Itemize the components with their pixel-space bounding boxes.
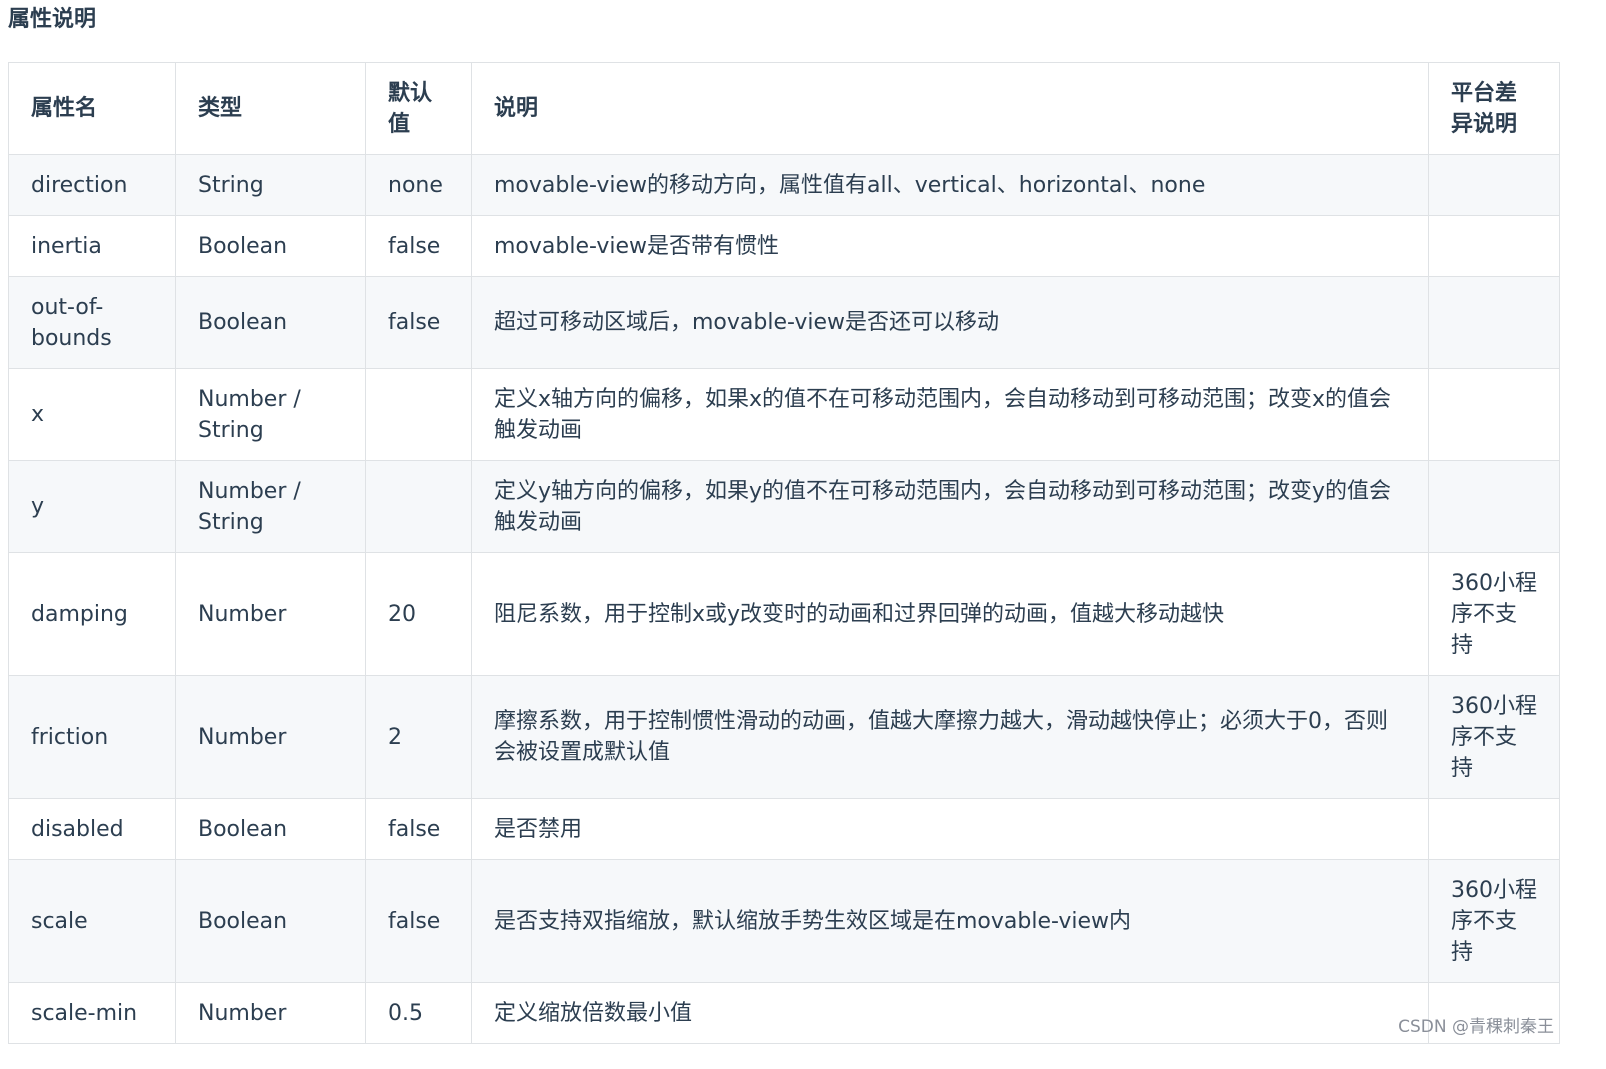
cell-name: scale-min xyxy=(8,982,176,1044)
cell-desc: 超过可移动区域后，movable-view是否还可以移动 xyxy=(471,276,1429,369)
cell-platform xyxy=(1428,154,1560,216)
cell-desc: movable-view是否带有惯性 xyxy=(471,215,1429,277)
cell-type: Number / String xyxy=(175,460,366,553)
header-name: 属性名 xyxy=(8,62,176,155)
cell-desc: 是否禁用 xyxy=(471,798,1429,860)
properties-table: 属性名 类型 默认值 说明 平台差异说明 direction String no… xyxy=(8,62,1560,1044)
table-row: disabled Boolean false 是否禁用 xyxy=(8,798,1560,860)
cell-name: friction xyxy=(8,675,176,799)
cell-name: disabled xyxy=(8,798,176,860)
cell-default: false xyxy=(365,859,472,983)
table-row: scale-min Number 0.5 定义缩放倍数最小值 xyxy=(8,982,1560,1044)
cell-platform: 360小程序不支持 xyxy=(1428,552,1560,676)
cell-name: y xyxy=(8,460,176,553)
header-type: 类型 xyxy=(175,62,366,155)
table-row: direction String none movable-view的移动方向，… xyxy=(8,154,1560,216)
cell-platform xyxy=(1428,215,1560,277)
table-row: x Number / String 定义x轴方向的偏移，如果x的值不在可移动范围… xyxy=(8,368,1560,461)
table-row: out-of-bounds Boolean false 超过可移动区域后，mov… xyxy=(8,276,1560,369)
cell-desc: 定义x轴方向的偏移，如果x的值不在可移动范围内，会自动移动到可移动范围；改变x的… xyxy=(471,368,1429,461)
watermark: CSDN @青稞刺秦王 xyxy=(1398,1017,1554,1037)
cell-type: Boolean xyxy=(175,859,366,983)
table-row: y Number / String 定义y轴方向的偏移，如果y的值不在可移动范围… xyxy=(8,460,1560,553)
cell-default xyxy=(365,368,472,461)
cell-default: false xyxy=(365,798,472,860)
header-default: 默认值 xyxy=(365,62,472,155)
cell-name: inertia xyxy=(8,215,176,277)
cell-desc: movable-view的移动方向，属性值有all、vertical、horiz… xyxy=(471,154,1429,216)
cell-name: direction xyxy=(8,154,176,216)
cell-desc: 是否支持双指缩放，默认缩放手势生效区域是在movable-view内 xyxy=(471,859,1429,983)
cell-default: 20 xyxy=(365,552,472,676)
cell-name: damping xyxy=(8,552,176,676)
cell-name: out-of-bounds xyxy=(8,276,176,369)
cell-platform: 360小程序不支持 xyxy=(1428,675,1560,799)
cell-desc: 定义y轴方向的偏移，如果y的值不在可移动范围内，会自动移动到可移动范围；改变y的… xyxy=(471,460,1429,553)
cell-platform xyxy=(1428,276,1560,369)
cell-type: Number xyxy=(175,552,366,676)
table-header-row: 属性名 类型 默认值 说明 平台差异说明 xyxy=(8,62,1560,155)
cell-platform xyxy=(1428,460,1560,553)
cell-type: Boolean xyxy=(175,798,366,860)
cell-desc: 阻尼系数，用于控制x或y改变时的动画和过界回弹的动画，值越大移动越快 xyxy=(471,552,1429,676)
cell-type: Number / String xyxy=(175,368,366,461)
cell-type: String xyxy=(175,154,366,216)
cell-platform: 360小程序不支持 xyxy=(1428,859,1560,983)
table-row: friction Number 2 摩擦系数，用于控制惯性滑动的动画，值越大摩擦… xyxy=(8,675,1560,799)
cell-default: 0.5 xyxy=(365,982,472,1044)
cell-platform xyxy=(1428,798,1560,860)
cell-desc: 摩擦系数，用于控制惯性滑动的动画，值越大摩擦力越大，滑动越快停止；必须大于0，否… xyxy=(471,675,1429,799)
cell-default: 2 xyxy=(365,675,472,799)
cell-type: Number xyxy=(175,675,366,799)
header-desc: 说明 xyxy=(471,62,1429,155)
cell-name: scale xyxy=(8,859,176,983)
cell-default: false xyxy=(365,215,472,277)
cell-type: Boolean xyxy=(175,215,366,277)
cell-default: none xyxy=(365,154,472,216)
cell-desc: 定义缩放倍数最小值 xyxy=(471,982,1429,1044)
table-row: inertia Boolean false movable-view是否带有惯性 xyxy=(8,215,1560,277)
cell-name: x xyxy=(8,368,176,461)
cell-platform xyxy=(1428,368,1560,461)
table-row: damping Number 20 阻尼系数，用于控制x或y改变时的动画和过界回… xyxy=(8,552,1560,676)
cell-type: Number xyxy=(175,982,366,1044)
header-platform: 平台差异说明 xyxy=(1428,62,1560,155)
cell-default xyxy=(365,460,472,553)
cell-type: Boolean xyxy=(175,276,366,369)
table-row: scale Boolean false 是否支持双指缩放，默认缩放手势生效区域是… xyxy=(8,859,1560,983)
cell-default: false xyxy=(365,276,472,369)
section-title: 属性说明 xyxy=(8,7,97,32)
